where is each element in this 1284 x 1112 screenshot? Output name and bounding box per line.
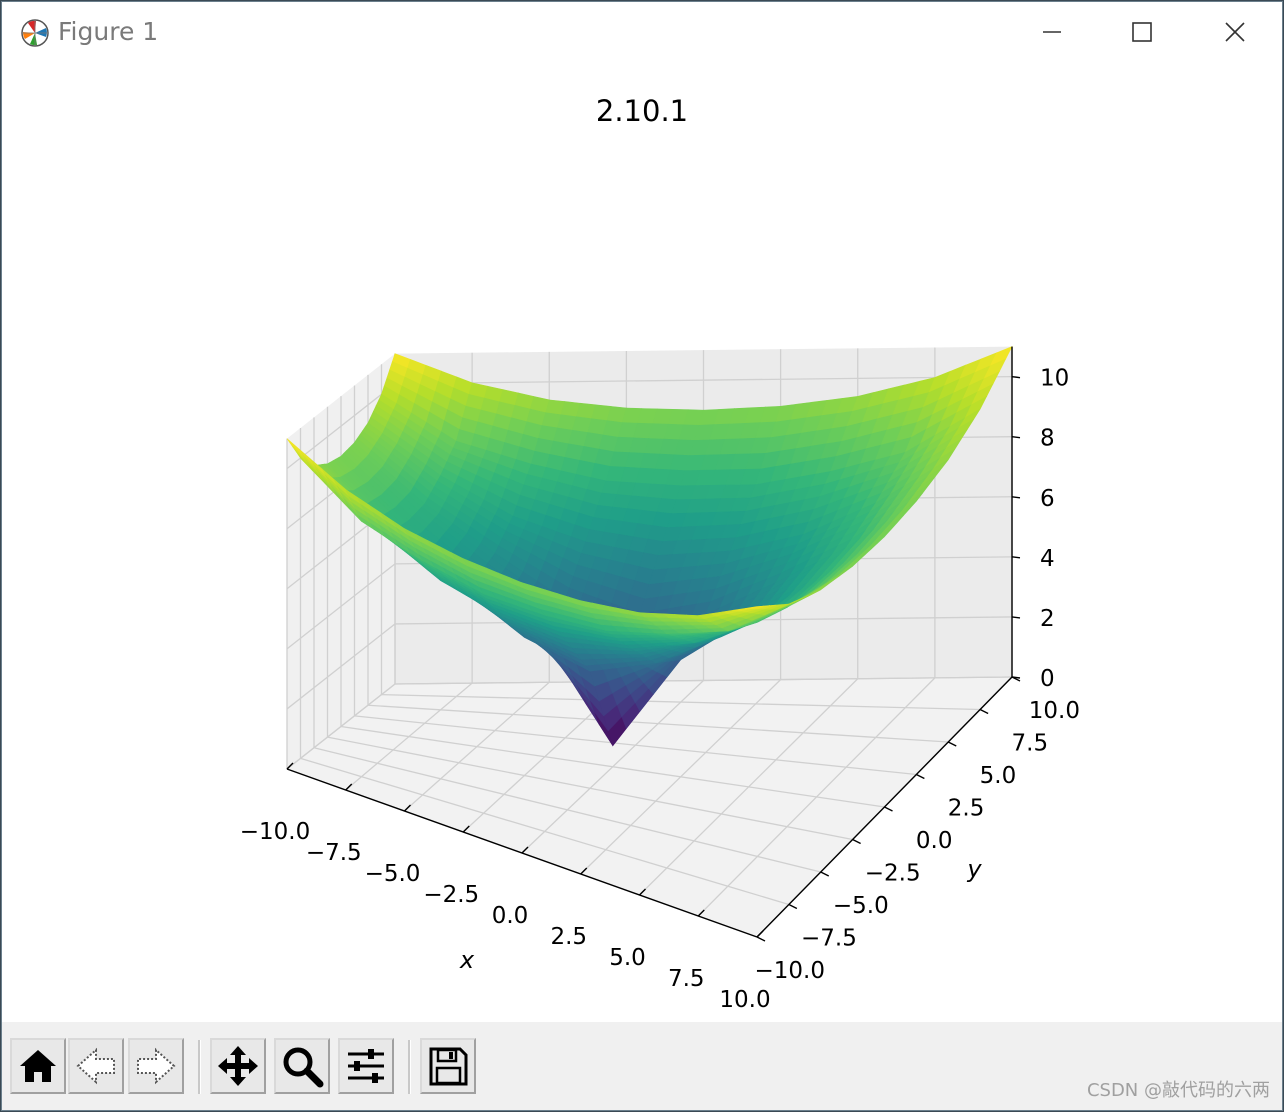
window-title: Figure 1 <box>58 17 159 46</box>
tick-mark <box>756 936 766 942</box>
y-tick-label: −5.0 <box>833 893 889 919</box>
tick-mark <box>820 871 830 877</box>
x-axis-label: x <box>459 946 475 974</box>
z-tick-label: 0 <box>1040 666 1055 692</box>
tick-mark <box>1011 436 1021 439</box>
y-tick-label: 5.0 <box>980 763 1017 789</box>
back-arrow-icon <box>76 1047 115 1085</box>
tick-mark <box>1011 616 1021 619</box>
z-tick-label: 6 <box>1040 486 1055 512</box>
title-bar[interactable]: Figure 1 <box>2 2 1282 62</box>
maximize-icon <box>1132 22 1152 42</box>
x-tick-label: −7.5 <box>306 840 362 866</box>
close-button[interactable] <box>1213 14 1257 50</box>
move-icon <box>218 1046 258 1086</box>
y-tick-label: −2.5 <box>865 861 921 887</box>
x-tick-label: −2.5 <box>423 882 479 908</box>
configure-subplots-button[interactable] <box>338 1038 394 1094</box>
tick-mark <box>1011 676 1021 679</box>
save-button[interactable] <box>420 1038 476 1094</box>
x-tick-label: 5.0 <box>609 945 646 971</box>
tick-mark <box>852 838 861 845</box>
forward-button[interactable] <box>128 1038 184 1094</box>
y-tick-label: 7.5 <box>1012 731 1049 757</box>
sliders-icon <box>348 1049 384 1083</box>
tick-mark <box>979 708 989 715</box>
minimize-icon <box>1043 31 1061 33</box>
y-tick-label: 10.0 <box>1029 698 1080 724</box>
x-tick-label: 7.5 <box>668 966 705 992</box>
z-tick-label: 2 <box>1040 606 1055 632</box>
x-tick-label: 10.0 <box>719 987 770 1013</box>
y-tick-label: −10.0 <box>755 958 825 984</box>
tick-mark <box>1011 375 1021 379</box>
navigation-toolbar: CSDN @敲代码的六两 <box>2 1022 1282 1110</box>
tick-mark <box>1011 496 1021 499</box>
pan-button[interactable] <box>210 1038 266 1094</box>
z-tick-label: 10 <box>1040 366 1069 392</box>
save-icon <box>429 1047 468 1086</box>
y-tick-label: 2.5 <box>948 796 985 822</box>
chart-title: 2.10.1 <box>596 94 688 128</box>
y-tick-label: −7.5 <box>801 926 857 952</box>
z-tick-label: 4 <box>1040 546 1055 572</box>
zoom-icon <box>283 1047 324 1088</box>
tick-mark <box>1011 556 1021 559</box>
x-tick-label: −5.0 <box>365 861 421 887</box>
tick-mark <box>884 806 893 812</box>
maximize-button[interactable] <box>1120 14 1164 50</box>
x-tick-label: −10.0 <box>240 819 310 845</box>
close-icon <box>1225 22 1245 42</box>
toolbar-separator <box>198 1040 201 1094</box>
y-axis-label: y <box>966 855 982 883</box>
forward-arrow-icon <box>137 1047 176 1085</box>
home-icon <box>20 1050 56 1082</box>
figure-canvas[interactable]: 2.10.1 −10.0 −7.5 −5.0 −2.5 0.0 2.5 5.0 7.5 10.0… <box>2 62 1282 1022</box>
surface-plot[interactable]: 2.10.1 −10.0−7.5−5.0−2.50.02.55.07.510.0… <box>2 62 1282 1022</box>
tick-mark <box>947 741 957 747</box>
figure-window: Figure 1 2.10.1 −10.0 −7.5 −5.0 −2.5 0.0 2.5 5… <box>1 1 1283 1111</box>
x-tick-label: 2.5 <box>550 924 587 950</box>
y-tick-label: 0.0 <box>916 828 953 854</box>
home-button[interactable] <box>10 1038 66 1094</box>
back-button[interactable] <box>68 1038 124 1094</box>
z-tick-label: 8 <box>1040 426 1055 452</box>
x-tick-label: 0.0 <box>492 903 529 929</box>
zoom-button[interactable] <box>274 1038 330 1094</box>
matplotlib-logo-icon <box>21 19 49 47</box>
watermark: CSDN @敲代码的六两 <box>1086 1080 1270 1101</box>
minimize-button[interactable] <box>1030 14 1074 50</box>
tick-mark <box>788 903 798 910</box>
toolbar-separator <box>408 1040 411 1094</box>
tick-mark <box>916 773 925 780</box>
